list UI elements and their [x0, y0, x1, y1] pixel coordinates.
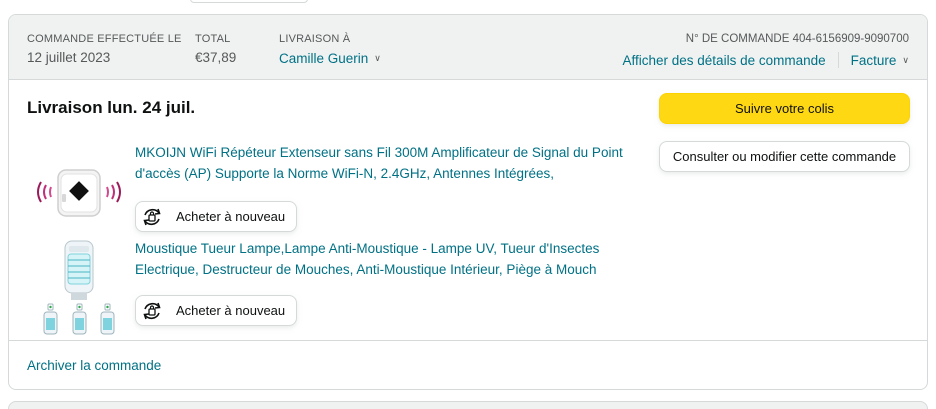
buy-again-icon [143, 208, 161, 226]
mosquito-lamp-icon[interactable] [31, 238, 127, 338]
order-total-column: TOTAL €37,89 [195, 32, 236, 67]
order-body: Livraison lun. 24 juil. Suivre votre col… [9, 80, 927, 340]
chevron-down-icon: ∨ [902, 55, 909, 65]
order-item: MKOIJN WiFi Répéteur Extenseur sans Fil … [27, 142, 647, 238]
next-card-edge [8, 401, 928, 409]
ship-to-name[interactable]: Camille Guerin [279, 51, 368, 66]
divider [837, 52, 839, 68]
wifi-repeater-icon[interactable] [31, 150, 127, 228]
order-card: COMMANDE EFFECTUÉE LE 12 juillet 2023 TO… [8, 14, 928, 390]
buy-again-button[interactable]: Acheter à nouveau [135, 295, 297, 326]
order-number-column: N° DE COMMANDE 404-6156909-9090700 Affic… [623, 32, 909, 70]
order-date-label: COMMANDE EFFECTUÉE LE [27, 33, 182, 45]
order-total-label: TOTAL [195, 33, 231, 45]
ship-to-dropdown[interactable]: Camille Guerin ∨ [279, 49, 381, 68]
ship-to-label: LIVRAISON À [279, 33, 351, 45]
order-item: Moustique Tueur Lampe,Lampe Anti-Moustiq… [27, 238, 647, 335]
order-number: N° DE COMMANDE 404-6156909-9090700 [623, 32, 909, 46]
order-date-column: COMMANDE EFFECTUÉE LE 12 juillet 2023 [27, 32, 182, 67]
view-edit-order-button[interactable]: Consulter ou modifier cette commande [659, 141, 910, 172]
buy-again-label: Acheter à nouveau [176, 303, 286, 318]
archive-order-link[interactable]: Archiver la commande [27, 357, 161, 375]
order-header: COMMANDE EFFECTUÉE LE 12 juillet 2023 TO… [9, 15, 927, 80]
invoice-link[interactable]: Facture [851, 53, 897, 68]
order-total-value: €37,89 [195, 50, 237, 65]
order-footer: Archiver la commande [9, 340, 927, 389]
product-title-link[interactable]: Moustique Tueur Lampe,Lampe Anti-Moustiq… [135, 238, 635, 280]
order-header-links: Afficher des détails de commande Facture ∨ [623, 51, 909, 70]
ship-to-column: LIVRAISON À Camille Guerin ∨ [279, 32, 381, 68]
order-number-value: 404-6156909-9090700 [792, 33, 909, 45]
delivery-status-title: Livraison lun. 24 juil. [27, 98, 196, 117]
buy-again-label: Acheter à nouveau [176, 209, 286, 224]
invoice-dropdown[interactable]: Facture ∨ [851, 53, 909, 68]
order-details-link[interactable]: Afficher des détails de commande [623, 53, 826, 68]
buy-again-icon [143, 302, 161, 320]
product-title-link[interactable]: MKOIJN WiFi Répéteur Extenseur sans Fil … [135, 142, 635, 184]
order-date-value: 12 juillet 2023 [27, 50, 111, 65]
buy-again-button[interactable]: Acheter à nouveau [135, 201, 297, 232]
order-number-label: N° DE COMMANDE [685, 33, 790, 45]
track-package-button[interactable]: Suivre votre colis [659, 93, 910, 124]
previous-card-edge [190, 0, 308, 3]
chevron-down-icon: ∨ [374, 53, 381, 63]
